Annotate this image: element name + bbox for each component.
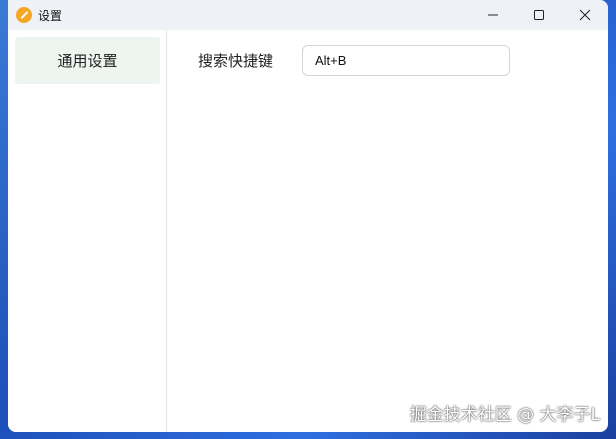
sidebar: 通用设置 — [8, 30, 167, 432]
search-shortcut-label: 搜索快捷键 — [198, 52, 274, 70]
minimize-button[interactable] — [470, 0, 516, 30]
settings-window: 设置 通用设置 搜索快捷键 — [8, 0, 608, 432]
maximize-button[interactable] — [516, 0, 562, 30]
title-bar[interactable]: 设置 — [8, 0, 608, 30]
minimize-icon — [488, 14, 498, 16]
app-logo-icon — [16, 7, 32, 23]
maximize-icon — [534, 10, 544, 20]
window-title: 设置 — [38, 8, 63, 23]
close-icon — [579, 9, 591, 21]
watermark: 掘金技术社区 @ 大李子L — [409, 405, 600, 425]
main-panel: 搜索快捷键 — [168, 30, 608, 432]
search-shortcut-input[interactable] — [302, 45, 510, 76]
sidebar-item-general-settings[interactable]: 通用设置 — [15, 37, 160, 84]
close-button[interactable] — [562, 0, 608, 30]
